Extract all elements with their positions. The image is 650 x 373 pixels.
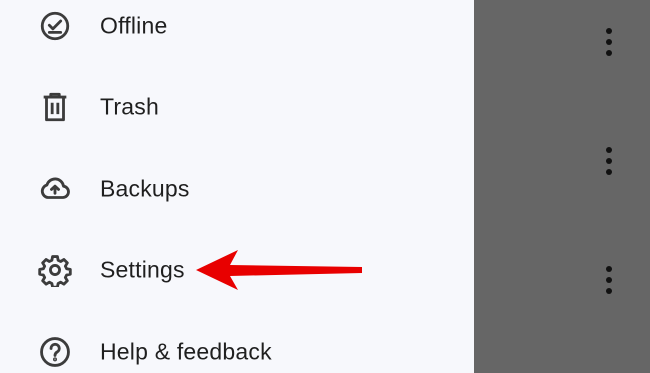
menu-item-trash[interactable]: Trash <box>0 75 474 139</box>
help-icon <box>38 335 72 369</box>
gear-icon <box>38 253 72 287</box>
menu-item-label: Backups <box>100 175 190 202</box>
menu-item-label: Settings <box>100 256 185 283</box>
trash-icon <box>38 90 72 124</box>
more-vert-icon[interactable] <box>596 22 622 62</box>
menu-item-label: Offline <box>100 12 168 39</box>
menu-item-label: Help & feedback <box>100 338 272 365</box>
cloud-upload-icon <box>38 172 72 206</box>
more-vert-icon[interactable] <box>596 141 622 181</box>
menu-item-offline[interactable]: Offline <box>0 0 474 58</box>
more-vert-icon[interactable] <box>596 260 622 300</box>
scrim-overlay[interactable] <box>474 0 650 373</box>
menu-item-help-feedback[interactable]: Help & feedback <box>0 320 474 373</box>
menu-item-label: Trash <box>100 93 159 120</box>
annotation-arrow <box>196 250 362 290</box>
offline-check-icon <box>38 9 72 43</box>
menu-item-backups[interactable]: Backups <box>0 157 474 221</box>
navigation-drawer: Offline Trash Backups Settings Help & fe… <box>0 0 474 373</box>
